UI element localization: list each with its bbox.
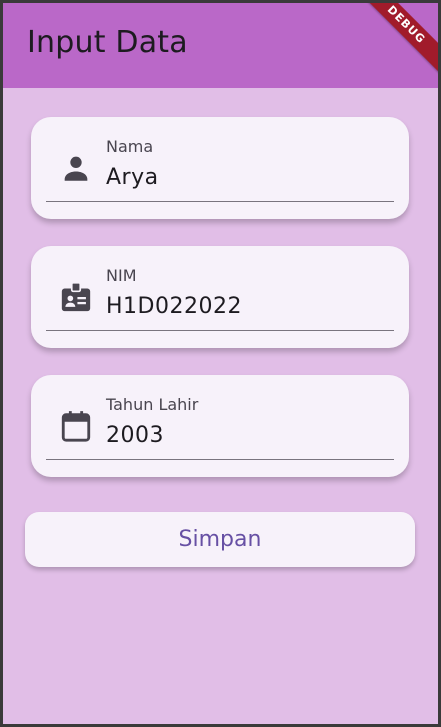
app-bar: Input Data DEBUG (3, 3, 438, 88)
nim-field[interactable]: NIM H1D022022 (31, 246, 409, 348)
birth-year-field-value[interactable]: 2003 (106, 423, 164, 448)
nim-field-value[interactable]: H1D022022 (106, 294, 242, 319)
person-icon (64, 156, 88, 181)
name-field-underline (46, 201, 394, 202)
debug-banner: DEBUG (356, 3, 438, 75)
name-field-label: Nama (106, 137, 154, 156)
name-field[interactable]: Nama Arya (31, 117, 409, 219)
birth-year-field-label: Tahun Lahir (106, 395, 199, 414)
app-screen: Input Data DEBUG Nama Arya NIM H1D022022 (3, 3, 438, 724)
page-title: Input Data (27, 25, 188, 60)
nim-field-label: NIM (106, 266, 137, 285)
save-button[interactable]: Simpan (25, 512, 415, 567)
badge-icon (61, 281, 91, 312)
nim-field-underline (46, 330, 394, 331)
birth-year-field-underline (46, 459, 394, 460)
name-field-value[interactable]: Arya (106, 165, 159, 190)
birth-year-field[interactable]: Tahun Lahir 2003 (31, 375, 409, 477)
calendar-icon (61, 411, 91, 442)
